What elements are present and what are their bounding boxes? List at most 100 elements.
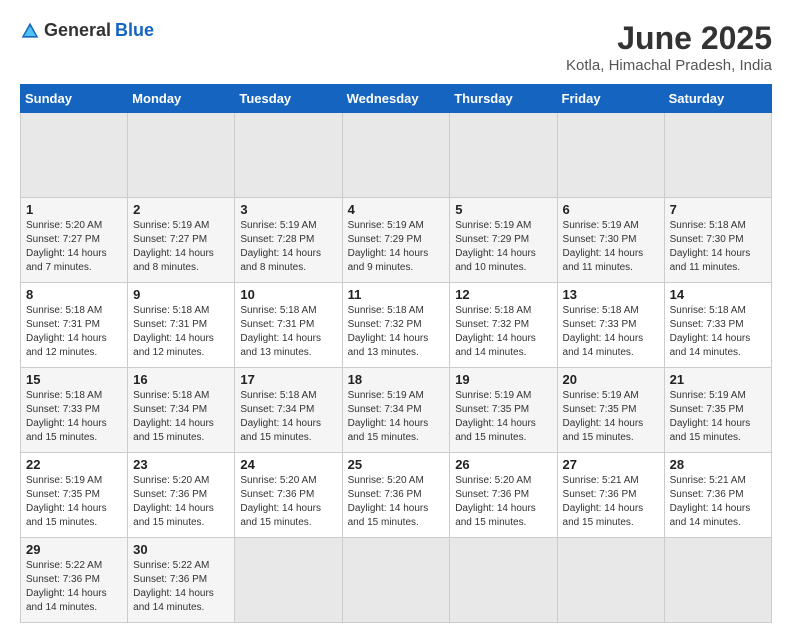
day-number: 28 (670, 457, 766, 472)
calendar-cell (342, 113, 450, 198)
calendar-cell: 28Sunrise: 5:21 AMSunset: 7:36 PMDayligh… (664, 453, 771, 538)
logo-general-text: General (44, 20, 111, 41)
day-number: 21 (670, 372, 766, 387)
day-number: 23 (133, 457, 229, 472)
calendar-cell: 10 Sunrise: 5:18 AMSunset: 7:31 PMDayligh… (235, 283, 342, 368)
calendar-cell (664, 113, 771, 198)
calendar-cell (664, 538, 771, 623)
week-row-5: 22 Sunrise: 5:19 AMSunset: 7:35 PMDayligh… (21, 453, 772, 538)
calendar-cell (557, 113, 664, 198)
day-info: Sunrise: 5:22 AMSunset: 7:36 PMDaylight:… (26, 559, 122, 615)
day-number: 19 (455, 372, 551, 387)
day-info: Sunrise: 5:18 AMSunset: 7:33 PMDaylight:… (26, 389, 122, 445)
day-number: 17 (240, 372, 336, 387)
day-number: 14 (670, 287, 766, 302)
day-info: Sunrise: 5:18 AMSunset: 7:31 PMDaylight:… (133, 304, 229, 360)
header-day-saturday: Saturday (664, 85, 771, 113)
day-info: Sunrise: 5:18 AMSunset: 7:33 PMDaylight:… (670, 304, 766, 360)
calendar-cell: 8Sunrise: 5:18 AMSunset: 7:31 PMDaylight… (21, 283, 128, 368)
calendar-cell (128, 113, 235, 198)
day-info: Sunrise: 5:20 AMSunset: 7:36 PMDaylight:… (133, 474, 229, 530)
day-number: 12 (455, 287, 551, 302)
calendar-cell (450, 113, 557, 198)
calendar-cell (450, 538, 557, 623)
day-number: 18 (348, 372, 445, 387)
calendar-cell: 24Sunrise: 5:20 AMSunset: 7:36 PMDayligh… (235, 453, 342, 538)
calendar-cell: 30 Sunrise: 5:22 AMSunset: 7:36 PMDayligh… (128, 538, 235, 623)
day-number: 20 (563, 372, 659, 387)
calendar-cell: 11Sunrise: 5:18 AMSunset: 7:32 PMDayligh… (342, 283, 450, 368)
day-info: Sunrise: 5:18 AMSunset: 7:34 PMDaylight:… (133, 389, 229, 445)
page-header: GeneralBlue June 2025 Kotla, Himachal Pr… (20, 20, 772, 74)
calendar-cell (557, 538, 664, 623)
logo: GeneralBlue (20, 20, 154, 41)
day-number: 13 (563, 287, 659, 302)
week-row-6: 29 Sunrise: 5:22 AMSunset: 7:36 PMDayligh… (21, 538, 772, 623)
calendar-cell: 19 Sunrise: 5:19 AMSunset: 7:35 PMDayligh… (450, 368, 557, 453)
calendar-cell: 17 Sunrise: 5:18 AMSunset: 7:34 PMDayligh… (235, 368, 342, 453)
calendar-cell (235, 538, 342, 623)
calendar-cell: 21 Sunrise: 5:19 AMSunset: 7:35 PMDayligh… (664, 368, 771, 453)
calendar-cell (21, 113, 128, 198)
day-number: 30 (133, 542, 229, 557)
day-number: 4 (348, 202, 445, 217)
day-number: 29 (26, 542, 122, 557)
week-row-3: 8 Sunrise: 5:18 AMSunset: 7:31 PMDaylight… (21, 283, 772, 368)
calendar-cell: 3 Sunrise: 5:19 AMSunset: 7:28 PMDaylight… (235, 198, 342, 283)
day-number: 22 (26, 457, 122, 472)
day-info: Sunrise: 5:20 AMSunset: 7:36 PMDaylight:… (455, 474, 551, 530)
week-row-4: 15 Sunrise: 5:18 AMSunset: 7:33 PMDayligh… (21, 368, 772, 453)
day-info: Sunrise: 5:22 AMSunset: 7:36 PMDaylight:… (133, 559, 229, 615)
day-info: Sunrise: 5:18 AMSunset: 7:34 PMDaylight:… (240, 389, 336, 445)
day-number: 7 (670, 202, 766, 217)
day-number: 16 (133, 372, 229, 387)
day-number: 15 (26, 372, 122, 387)
header-day-sunday: Sunday (21, 85, 128, 113)
calendar-cell (342, 538, 450, 623)
calendar-cell: 14 Sunrise: 5:18 AMSunset: 7:33 PMDayligh… (664, 283, 771, 368)
day-number: 11 (348, 287, 445, 302)
day-info: Sunrise: 5:19 AMSunset: 7:35 PMDaylight:… (455, 389, 551, 445)
day-info: Sunrise: 5:19 AMSunset: 7:29 PMDaylight:… (348, 219, 445, 275)
day-number: 1 (26, 202, 122, 217)
header-day-thursday: Thursday (450, 85, 557, 113)
calendar-cell (235, 113, 342, 198)
day-info: Sunrise: 5:19 AMSunset: 7:34 PMDaylight:… (348, 389, 445, 445)
day-number: 8 (26, 287, 122, 302)
calendar-cell: 9 Sunrise: 5:18 AMSunset: 7:31 PMDaylight… (128, 283, 235, 368)
day-number: 26 (455, 457, 551, 472)
day-info: Sunrise: 5:19 AMSunset: 7:27 PMDaylight:… (133, 219, 229, 275)
calendar-cell: 13 Sunrise: 5:18 AMSunset: 7:33 PMDayligh… (557, 283, 664, 368)
header-day-wednesday: Wednesday (342, 85, 450, 113)
day-number: 27 (563, 457, 659, 472)
day-info: Sunrise: 5:18 AMSunset: 7:30 PMDaylight:… (670, 219, 766, 275)
calendar-cell: 20 Sunrise: 5:19 AMSunset: 7:35 PMDayligh… (557, 368, 664, 453)
day-info: Sunrise: 5:19 AMSunset: 7:35 PMDaylight:… (563, 389, 659, 445)
day-number: 6 (563, 202, 659, 217)
week-row-1 (21, 113, 772, 198)
day-number: 3 (240, 202, 336, 217)
day-number: 2 (133, 202, 229, 217)
calendar-cell: 22 Sunrise: 5:19 AMSunset: 7:35 PMDayligh… (21, 453, 128, 538)
header-day-tuesday: Tuesday (235, 85, 342, 113)
day-info: Sunrise: 5:19 AMSunset: 7:35 PMDaylight:… (670, 389, 766, 445)
calendar-header-row: SundayMondayTuesdayWednesdayThursdayFrid… (21, 85, 772, 113)
day-number: 10 (240, 287, 336, 302)
day-info: Sunrise: 5:20 AMSunset: 7:36 PMDaylight:… (348, 474, 445, 530)
day-number: 9 (133, 287, 229, 302)
calendar-cell: 16 Sunrise: 5:18 AMSunset: 7:34 PMDayligh… (128, 368, 235, 453)
calendar-cell: 29 Sunrise: 5:22 AMSunset: 7:36 PMDayligh… (21, 538, 128, 623)
calendar-cell: 23 Sunrise: 5:20 AMSunset: 7:36 PMDayligh… (128, 453, 235, 538)
day-info: Sunrise: 5:19 AMSunset: 7:30 PMDaylight:… (563, 219, 659, 275)
day-info: Sunrise: 5:19 AMSunset: 7:35 PMDaylight:… (26, 474, 122, 530)
day-info: Sunrise: 5:21 AMSunset: 7:36 PMDaylight:… (563, 474, 659, 530)
day-info: Sunrise: 5:18 AMSunset: 7:33 PMDaylight:… (563, 304, 659, 360)
header-day-monday: Monday (128, 85, 235, 113)
calendar-cell: 26 Sunrise: 5:20 AMSunset: 7:36 PMDayligh… (450, 453, 557, 538)
day-info: Sunrise: 5:19 AMSunset: 7:28 PMDaylight:… (240, 219, 336, 275)
week-row-2: 1Sunrise: 5:20 AMSunset: 7:27 PMDaylight… (21, 198, 772, 283)
day-info: Sunrise: 5:18 AMSunset: 7:31 PMDaylight:… (240, 304, 336, 360)
calendar-cell: 2 Sunrise: 5:19 AMSunset: 7:27 PMDaylight… (128, 198, 235, 283)
day-number: 24 (240, 457, 336, 472)
calendar-cell: 27 Sunrise: 5:21 AMSunset: 7:36 PMDayligh… (557, 453, 664, 538)
